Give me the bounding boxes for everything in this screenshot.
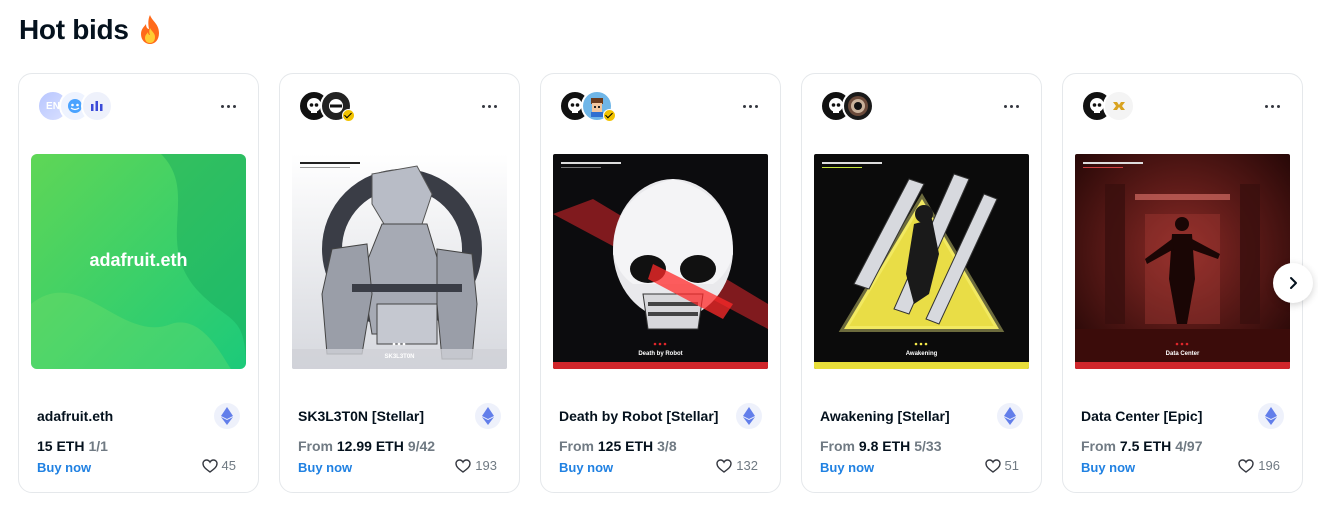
artwork-image (553, 154, 768, 369)
nft-artwork[interactable]: Awakening (814, 154, 1029, 369)
price-line: From 7.5 ETH 4/97 (1081, 438, 1203, 454)
card-header (559, 90, 762, 122)
editions-count: 4/97 (1175, 438, 1203, 454)
artwork-image (292, 154, 507, 369)
ethereum-icon (997, 403, 1023, 429)
nft-card[interactable]: EN adafruit.eth adafruit.eth 15 ETH 1/1 B… (18, 73, 259, 493)
gold-logo-icon (1113, 102, 1125, 110)
like-count: 196 (1258, 458, 1280, 473)
more-options-button[interactable] (1260, 96, 1284, 116)
section-title-text: Hot bids (19, 14, 129, 45)
price-amount: 12.99 ETH (336, 438, 404, 454)
card-header: EN (37, 90, 240, 122)
chevron-right-icon (1290, 277, 1297, 289)
nft-name[interactable]: Death by Robot [Stellar] (559, 408, 718, 424)
like-count: 193 (475, 458, 497, 473)
editions-count: 3/8 (657, 438, 677, 454)
heart-icon (716, 458, 732, 473)
ethereum-icon (214, 403, 240, 429)
avatar[interactable] (842, 90, 874, 122)
ethereum-icon (475, 403, 501, 429)
buy-now-link[interactable]: Buy now (37, 460, 91, 475)
nft-name[interactable]: adafruit.eth (37, 408, 113, 424)
buy-now-link[interactable]: Buy now (1081, 460, 1135, 475)
nft-name[interactable]: SK3L3T0N [Stellar] (298, 408, 424, 424)
verified-badge-icon (342, 109, 355, 122)
creator-avatars[interactable] (559, 90, 616, 122)
artwork-image (1075, 154, 1290, 369)
eye-portal-icon (848, 96, 868, 116)
price-amount: 9.8 ETH (858, 438, 911, 454)
nft-artwork[interactable]: Death by Robot (553, 154, 768, 369)
section-title: Hot bids (19, 14, 163, 46)
verified-badge-icon (603, 109, 616, 122)
buy-now-link[interactable]: Buy now (559, 460, 613, 475)
like-count: 132 (736, 458, 758, 473)
price-line: 15 ETH 1/1 (37, 438, 108, 454)
artwork-label: adafruit.eth (89, 250, 188, 270)
artwork-caption: SK3L3T0N (384, 354, 415, 360)
nft-card[interactable]: Awakening Awakening [Stellar] From 9.8 E… (801, 73, 1042, 493)
more-options-button[interactable] (216, 96, 240, 116)
more-options-button[interactable] (999, 96, 1023, 116)
creator-avatars[interactable] (298, 90, 355, 122)
nft-name[interactable]: Data Center [Epic] (1081, 408, 1202, 424)
price-line: From 12.99 ETH 9/42 (298, 438, 435, 454)
nft-card[interactable]: SK3L3T0N SK3L3T0N [Stellar] From 12.99 E… (279, 73, 520, 493)
ethereum-icon (1258, 403, 1284, 429)
creator-avatars[interactable]: EN (37, 90, 113, 122)
heart-icon (984, 458, 1001, 473)
price-amount: 15 ETH (37, 438, 85, 454)
bars-logo-icon (91, 101, 103, 111)
buy-now-link[interactable]: Buy now (820, 460, 874, 475)
price-from-label: From (559, 438, 594, 454)
price-from-label: From (820, 438, 855, 454)
editions-count: 1/1 (88, 438, 108, 454)
like-button[interactable]: 45 (201, 458, 236, 473)
creator-avatars[interactable] (1081, 90, 1135, 122)
heart-icon (455, 458, 471, 473)
heart-icon (201, 458, 218, 473)
card-header (298, 90, 501, 122)
artwork-caption: Death by Robot (638, 351, 683, 357)
price-amount: 7.5 ETH (1119, 438, 1172, 454)
artwork-caption: Awakening (905, 351, 938, 357)
price-line: From 125 ETH 3/8 (559, 438, 677, 454)
more-options-button[interactable] (738, 96, 762, 116)
avatar[interactable] (1103, 90, 1135, 122)
nft-artwork[interactable]: SK3L3T0N (292, 154, 507, 369)
like-button[interactable]: 196 (1238, 458, 1280, 473)
like-count: 51 (1004, 458, 1019, 473)
price-amount: 125 ETH (597, 438, 654, 454)
fire-icon (140, 15, 159, 44)
artwork-image (814, 154, 1029, 369)
like-button[interactable]: 132 (716, 458, 758, 473)
nft-card[interactable]: Data Center Data Center [Epic] From 7.5 … (1062, 73, 1303, 493)
carousel-next-button[interactable] (1273, 263, 1313, 303)
nft-artwork[interactable]: adafruit.eth (31, 154, 246, 369)
avatar[interactable] (581, 90, 616, 122)
ethereum-icon (736, 403, 762, 429)
price-from-label: From (298, 438, 333, 454)
artwork-caption: Data Center (1165, 351, 1200, 357)
price-from-label: From (1081, 438, 1116, 454)
nft-card[interactable]: Death by Robot Death by Robot [Stellar] … (540, 73, 781, 493)
nft-name[interactable]: Awakening [Stellar] (820, 408, 950, 424)
nft-artwork[interactable]: Data Center (1075, 154, 1290, 369)
editions-count: 9/42 (407, 438, 436, 454)
avatar-initials: EN (46, 100, 60, 112)
avatar[interactable] (320, 90, 355, 122)
more-options-button[interactable] (477, 96, 501, 116)
editions-count: 5/33 (914, 438, 942, 454)
card-header (820, 90, 1023, 122)
heart-icon (1238, 458, 1254, 473)
price-line: From 9.8 ETH 5/33 (820, 438, 942, 454)
buy-now-link[interactable]: Buy now (298, 460, 352, 475)
like-count: 45 (221, 458, 236, 473)
card-header (1081, 90, 1284, 122)
creator-avatars[interactable] (820, 90, 874, 122)
like-button[interactable]: 193 (455, 458, 497, 473)
avatar[interactable] (81, 90, 113, 122)
like-button[interactable]: 51 (984, 458, 1019, 473)
